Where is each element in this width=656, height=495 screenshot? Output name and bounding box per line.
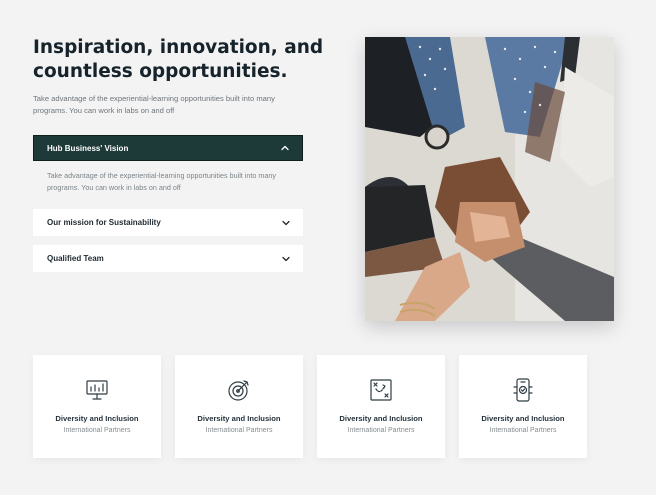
team-hands-stack-photo [365,37,614,321]
card-title: Diversity and Inclusion [55,414,139,423]
card-subtitle: International Partners [63,427,131,434]
accordion-item-vision[interactable]: Hub Business' Vision [33,135,303,161]
feature-card[interactable]: Diversity and Inclusion International Pa… [317,355,445,458]
phone-check-icon [510,377,536,403]
accordion-item-label: Hub Business' Vision [47,143,129,153]
card-subtitle: International Partners [347,427,415,434]
card-title: Diversity and Inclusion [481,414,565,423]
card-title: Diversity and Inclusion [339,414,423,423]
target-arrow-icon [226,377,252,403]
chevron-down-icon [282,220,290,225]
card-subtitle: International Partners [205,427,273,434]
feature-card[interactable]: Diversity and Inclusion International Pa… [33,355,161,458]
presentation-chart-icon [84,377,110,403]
chevron-up-icon [281,145,289,151]
card-title: Diversity and Inclusion [197,414,281,423]
accordion-body-text: Take advantage of the experiential-learn… [47,171,276,192]
accordion-item-label: Our mission for Sustainability [47,218,161,227]
accordion-item-sustainability[interactable]: Our mission for Sustainability [33,209,303,236]
feature-card[interactable]: Diversity and Inclusion International Pa… [459,355,587,458]
strategy-board-icon [368,377,394,403]
feature-card[interactable]: Diversity and Inclusion International Pa… [175,355,303,458]
chevron-down-icon [282,256,290,261]
intro-text: Take advantage of the experiential-learn… [33,94,275,115]
page-title: Inspiration, innovation, and countless o… [33,37,324,82]
card-subtitle: International Partners [489,427,557,434]
accordion-item-qualified-team[interactable]: Qualified Team [33,245,303,272]
accordion-item-label: Qualified Team [47,254,104,263]
